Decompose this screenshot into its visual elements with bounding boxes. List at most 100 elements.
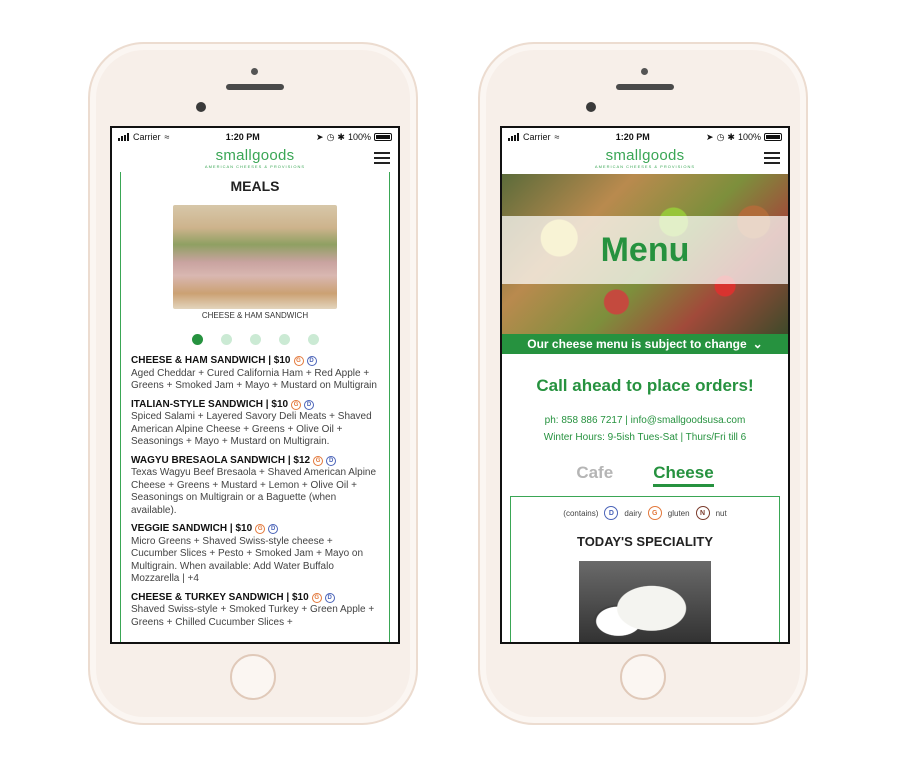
item-title: CHEESE & TURKEY SANDWICH | $10	[131, 591, 309, 603]
menu-tabs: Cafe Cheese	[502, 463, 788, 487]
dairy-icon: D	[306, 356, 317, 367]
proximity-sensor	[641, 68, 648, 75]
battery-percent: 100%	[737, 132, 761, 142]
signal-icon	[508, 133, 519, 141]
nut-icon: N	[695, 506, 710, 520]
item-title: WAGYU BRESAOLA SANDWICH | $12	[131, 454, 311, 466]
screen-left: Carrier ≈ 1:20 PM ➤ ◷ ✱ 100% smallgoods …	[110, 126, 400, 644]
item-title: VEGGIE SANDWICH | $10	[131, 523, 253, 534]
dairy-icon: D	[268, 524, 279, 535]
bluetooth-icon: ✱	[727, 131, 735, 142]
item-description: Aged Cheddar + Cured California Ham + Re…	[131, 367, 377, 392]
carrier-label: Carrier	[133, 132, 161, 142]
image-caption: CHEESE & HAM SANDWICH	[201, 311, 309, 320]
gluten-icon: G	[255, 524, 266, 535]
list-item: WAGYU BRESAOLA SANDWICH | $12 GD Texas W…	[131, 455, 379, 518]
chevron-down-icon: ⌄	[752, 337, 763, 351]
phone-frame-right: Carrier ≈ 1:20 PM ➤ ◷ ✱ 100% smallgoods …	[478, 42, 808, 725]
status-bar: Carrier ≈ 1:20 PM ➤ ◷ ✱ 100%	[112, 128, 398, 146]
cheese-notice-toggle[interactable]: Our cheese menu is subject to change ⌄	[502, 334, 788, 354]
tab-cheese[interactable]: Cheese	[653, 463, 714, 487]
phone-frame-left: Carrier ≈ 1:20 PM ➤ ◷ ✱ 100% smallgoods …	[88, 42, 418, 725]
carousel-dot[interactable]	[278, 334, 290, 345]
signal-icon	[118, 133, 129, 141]
brand-tagline: AMERICAN CHEESES & PROVISIONS	[204, 164, 306, 169]
status-time: 1:20 PM	[225, 132, 260, 142]
carousel-dot[interactable]	[249, 334, 261, 345]
earpiece-speaker	[226, 84, 284, 90]
sandwich-image[interactable]	[173, 205, 337, 309]
list-item: CHEESE & TURKEY SANDWICH | $10 GD Shaved…	[131, 592, 379, 630]
dairy-icon: D	[604, 506, 619, 520]
legend-nut: nut	[715, 508, 727, 518]
app-header: smallgoods AMERICAN CHEESES & PROVISIONS	[502, 146, 788, 172]
home-button[interactable]	[230, 654, 276, 700]
hamburger-menu-icon[interactable]	[374, 152, 390, 164]
brand-logo[interactable]: smallgoods	[502, 146, 788, 164]
list-item: VEGGIE SANDWICH | $10 GD Micro Greens + …	[131, 523, 379, 586]
alarm-icon: ◷	[326, 131, 335, 142]
gluten-icon: G	[313, 455, 324, 466]
gluten-icon: G	[311, 592, 322, 603]
status-bar: Carrier ≈ 1:20 PM ➤ ◷ ✱ 100%	[502, 128, 788, 146]
front-camera	[196, 102, 206, 112]
battery-percent: 100%	[347, 132, 371, 142]
proximity-sensor	[251, 68, 258, 75]
alarm-icon: ◷	[716, 131, 725, 142]
screen-right: Carrier ≈ 1:20 PM ➤ ◷ ✱ 100% smallgoods …	[500, 126, 790, 644]
front-camera	[586, 102, 596, 112]
hours-text: Winter Hours: 9-5ish Tues-Sat | Thurs/Fr…	[543, 432, 747, 443]
allergen-legend: (contains) D dairy G gluten N nut	[511, 506, 779, 520]
hero-title: Menu	[600, 230, 690, 269]
list-item: ITALIAN-STYLE SANDWICH | $10 GD Spiced S…	[131, 399, 379, 449]
gluten-icon: G	[647, 506, 662, 520]
carrier-label: Carrier	[523, 132, 551, 142]
carousel-dot[interactable]	[191, 334, 203, 345]
battery-icon	[374, 133, 392, 141]
status-time: 1:20 PM	[615, 132, 650, 142]
wifi-icon: ≈	[554, 132, 560, 142]
cheese-image[interactable]	[579, 561, 711, 642]
section-title: MEALS	[230, 178, 280, 194]
item-description: Shaved Swiss-style + Smoked Turkey + Gre…	[131, 604, 375, 628]
brand-tagline: AMERICAN CHEESES & PROVISIONS	[594, 164, 696, 169]
phone-email-link[interactable]: ph: 858 886 7217 | info@smallgoodsusa.co…	[502, 412, 788, 429]
brand-logo[interactable]: smallgoods	[112, 146, 398, 164]
dairy-icon: D	[324, 592, 335, 603]
gluten-icon: G	[293, 356, 304, 367]
speciality-title: TODAY'S SPECIALITY	[576, 534, 713, 549]
meals-section: MEALS CHEESE & HAM SANDWICH CHEESE & HAM…	[120, 172, 390, 642]
tab-cafe[interactable]: Cafe	[576, 463, 613, 487]
item-description: Micro Greens + Shaved Swiss-style cheese…	[131, 535, 364, 585]
list-item: CHEESE & HAM SANDWICH | $10 GD Aged Ched…	[131, 355, 379, 393]
dairy-icon: D	[304, 399, 315, 410]
contact-info: ph: 858 886 7217 | info@smallgoodsusa.co…	[502, 412, 788, 446]
item-title: CHEESE & HAM SANDWICH | $10	[131, 355, 291, 366]
app-header: smallgoods AMERICAN CHEESES & PROVISIONS	[112, 146, 398, 172]
bluetooth-icon: ✱	[337, 131, 345, 142]
gluten-icon: G	[291, 399, 302, 410]
location-icon: ➤	[706, 131, 714, 142]
wifi-icon: ≈	[164, 132, 170, 142]
legend-contains: (contains)	[563, 508, 599, 518]
carousel-dot[interactable]	[220, 334, 232, 345]
location-icon: ➤	[316, 131, 324, 142]
menu-list: CHEESE & HAM SANDWICH | $10 GD Aged Ched…	[121, 345, 389, 629]
cheese-section: (contains) D dairy G gluten N nut TODAY'…	[510, 496, 780, 642]
home-button[interactable]	[620, 654, 666, 700]
dairy-icon: D	[326, 455, 337, 466]
notice-text: Our cheese menu is subject to change	[527, 337, 747, 351]
carousel-dots	[121, 334, 389, 345]
legend-dairy: dairy	[624, 508, 642, 518]
item-title: ITALIAN-STYLE SANDWICH | $10	[131, 398, 289, 410]
carousel-dot[interactable]	[307, 334, 319, 345]
earpiece-speaker	[616, 84, 674, 90]
call-ahead-heading: Call ahead to place orders!	[536, 376, 754, 395]
item-description: Spiced Salami + Layered Savory Deli Meat…	[131, 411, 372, 447]
hero-banner: Menu	[502, 174, 788, 334]
hamburger-menu-icon[interactable]	[764, 152, 780, 164]
legend-gluten: gluten	[667, 508, 690, 518]
item-description: Texas Wagyu Beef Bresaola + Shaved Ameri…	[131, 467, 377, 516]
battery-icon	[764, 133, 782, 141]
hero-band: Menu	[502, 216, 788, 284]
